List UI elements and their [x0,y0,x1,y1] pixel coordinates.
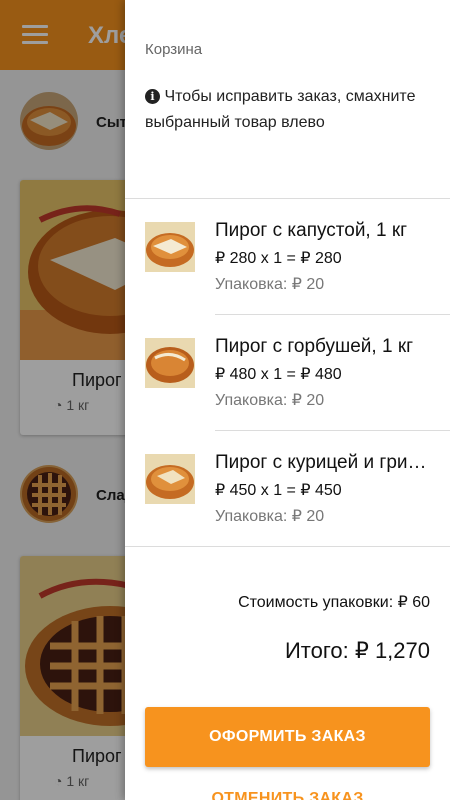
cart-title: Корзина [145,41,203,58]
cart-item-packaging: Упаковка: ₽ 20 [215,508,325,525]
cart-item-name: Пирог с горбушей, 1 кг [215,336,414,357]
packaging-total: Стоимость упаковки: ₽ 60 [238,594,430,611]
cart-item-name: Пирог с капустой, 1 кг [215,220,408,241]
cart-item-price: ₽ 450 x 1 = ₽ 450 [215,482,342,499]
cart-hint-text: Чтобы исправить заказ, смахните выбранны… [145,88,416,131]
cart-item-packaging: Упаковка: ₽ 20 [215,276,325,293]
divider [125,546,450,547]
cart-item-image [145,338,195,388]
cart-hint: i Чтобы исправить заказ, смахните выбран… [145,84,435,136]
cart-item-image [145,454,195,504]
cart-item-name: Пирог с курицей и грибами, 1 кг [215,452,430,473]
place-order-button[interactable]: ОФОРМИТЬ ЗАКАЗ [145,707,430,767]
cart-item[interactable]: Пирог с капустой, 1 кг ₽ 280 x 1 = ₽ 280… [125,198,450,314]
cart-item[interactable]: Пирог с курицей и грибами, 1 кг ₽ 450 x … [125,430,450,546]
cart-item-price: ₽ 280 x 1 = ₽ 280 [215,250,342,267]
cart-item-packaging: Упаковка: ₽ 20 [215,392,325,409]
cart-item[interactable]: Пирог с горбушей, 1 кг ₽ 480 x 1 = ₽ 480… [125,314,450,430]
cancel-order-button[interactable]: ОТМЕНИТЬ ЗАКАЗ [145,790,430,800]
grand-total: Итого: ₽ 1,270 [284,638,430,663]
cart-item-price: ₽ 480 x 1 = ₽ 480 [215,366,342,383]
info-icon: i [145,89,160,104]
cart-drawer: Корзина i Чтобы исправить заказ, смахнит… [125,0,450,800]
cart-item-image [145,222,195,272]
